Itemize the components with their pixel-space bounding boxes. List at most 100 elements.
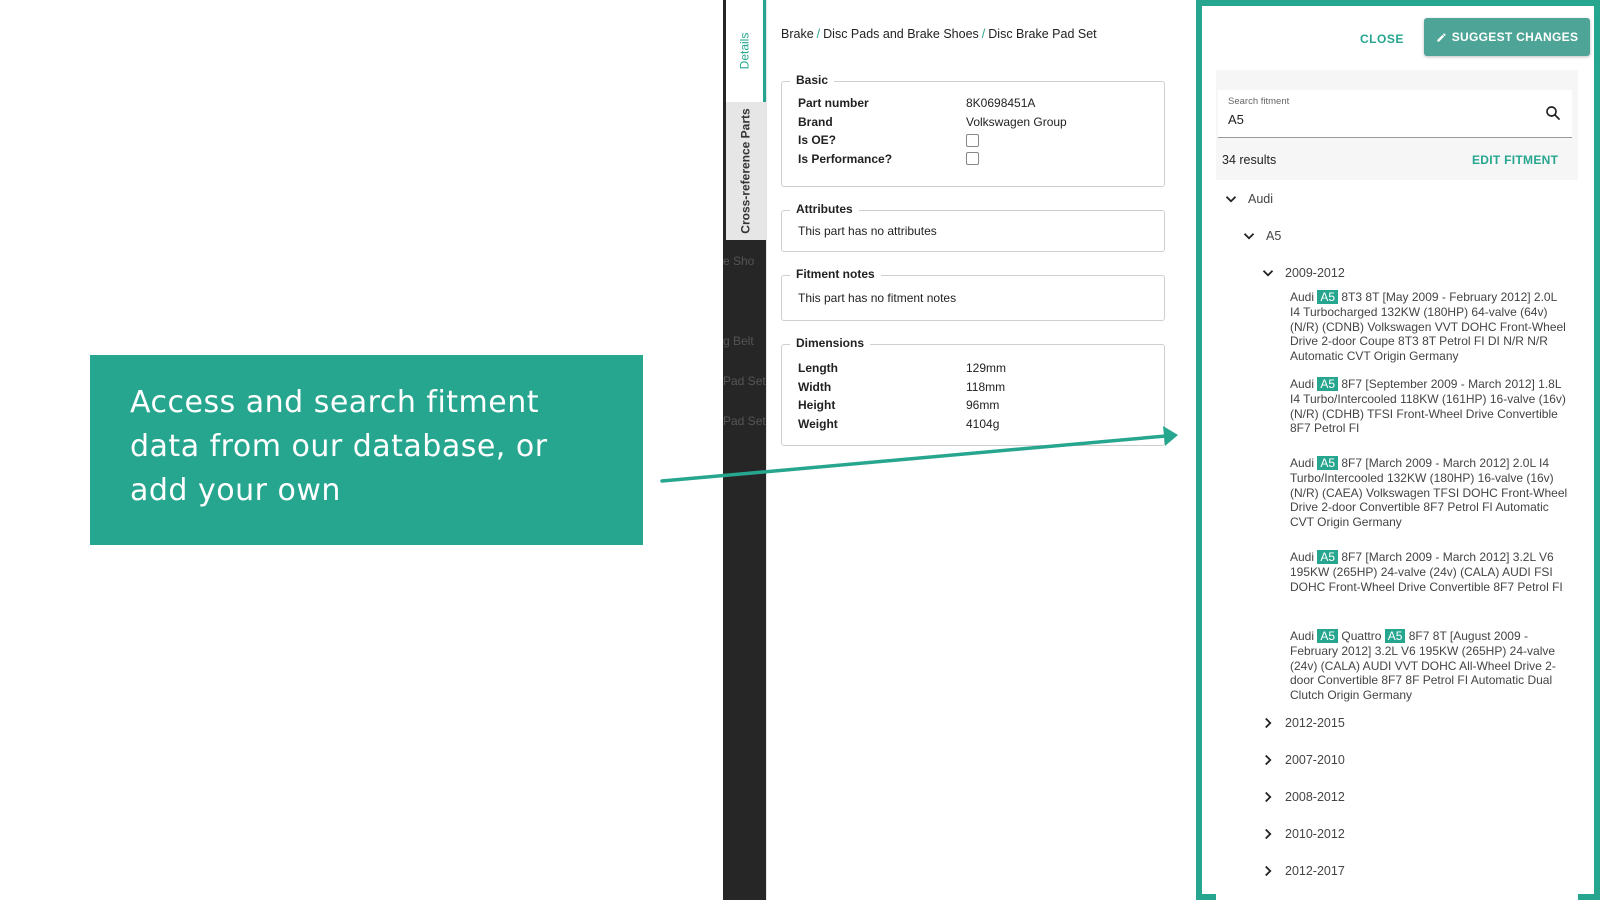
is-performance-checkbox[interactable] [966, 152, 979, 166]
chevron-right-icon [1265, 754, 1272, 766]
length-row: Length 129mm [798, 359, 1148, 378]
fitment-notes-section: Fitment notes This part has no fitment n… [781, 267, 1165, 321]
tree-node-year-label: 2010-2012 [1285, 827, 1345, 841]
height-row: Height 96mm [798, 396, 1148, 415]
dimensions-section: Dimensions Length 129mm Width 118mm Heig… [781, 336, 1165, 446]
tree-node-model-label: A5 [1266, 229, 1282, 243]
breadcrumb-separator: / [816, 27, 821, 41]
is-oe-row: Is OE? [798, 131, 1148, 150]
suggest-changes-label: SUGGEST CHANGES [1451, 30, 1579, 44]
height-value: 96mm [966, 398, 1000, 413]
vehicle-text: Audi [1290, 629, 1318, 643]
weight-label: Weight [798, 416, 838, 431]
vehicle-text: Audi [1290, 456, 1318, 470]
search-fitment-label: Search fitment [1228, 96, 1290, 107]
tree-node-year-label: 2007-2010 [1285, 753, 1345, 767]
suggest-changes-button[interactable]: SUGGEST CHANGES [1424, 18, 1590, 56]
tree-node-year-2010-2012[interactable]: 2010-2012 [1259, 825, 1345, 843]
attributes-legend: Attributes [790, 202, 859, 216]
is-performance-label: Is Performance? [798, 151, 893, 166]
details-panel: Brake / Disc Pads and Brake Shoes / Disc Bra… [766, 0, 1194, 900]
search-highlight: A5 [1317, 290, 1339, 304]
tree-node-make-label: Audi [1248, 192, 1274, 206]
vehicle-item[interactable]: Audi A5 8F7 [March 2009 - March 2012] 3.… [1290, 550, 1568, 594]
brand-label: Brand [798, 114, 833, 129]
basic-section: Basic Part number 8K0698451A Brand Volks… [781, 73, 1165, 187]
fitment-notes-note: This part has no fitment notes [798, 291, 957, 305]
tab-cross-reference-parts[interactable]: Cross-reference Parts [726, 102, 766, 240]
ghost-item: Pad Set [723, 374, 766, 388]
search-icon[interactable] [1544, 104, 1562, 122]
chevron-right-icon [1265, 791, 1272, 803]
width-row: Width 118mm [798, 378, 1148, 397]
search-highlight: A5 [1317, 377, 1339, 391]
tree-node-year-label: 2008-2012 [1285, 790, 1345, 804]
chevron-down-icon [1225, 196, 1237, 203]
basic-legend: Basic [790, 73, 835, 87]
vehicle-text: Audi [1290, 550, 1318, 564]
vehicle-text: Audi [1290, 377, 1318, 391]
close-button[interactable]: CLOSE [1360, 32, 1404, 46]
part-number-label: Part number [798, 96, 869, 111]
search-fitment-value[interactable]: A5 [1228, 112, 1244, 127]
chevron-right-icon [1265, 828, 1272, 840]
tree-node-year-2012-2015[interactable]: 2012-2015 [1259, 714, 1345, 732]
is-oe-checkbox[interactable] [966, 133, 979, 147]
fitment-body: Search fitment A5 34 results EDIT FITMEN… [1216, 70, 1578, 900]
pencil-icon [1437, 32, 1446, 42]
tab-details[interactable]: Details [726, 0, 766, 102]
tree-node-year-2009-2012[interactable]: 2009-2012 [1259, 264, 1345, 282]
ghost-item: g Belt [723, 334, 754, 348]
vehicle-text: Quattro [1338, 629, 1385, 643]
search-highlight: A5 [1384, 629, 1406, 643]
search-highlight: A5 [1317, 550, 1339, 564]
callout-box: Access and search fitment data from our … [90, 355, 643, 545]
weight-value: 4104g [966, 416, 1000, 431]
fitment-panel: CLOSE SUGGEST CHANGES Search fitment A5 … [1196, 0, 1600, 900]
vehicle-text: Audi [1290, 290, 1318, 304]
attributes-section: Attributes This part has no attributes [781, 202, 1165, 252]
ghost-item: e Sho [723, 254, 755, 268]
width-value: 118mm [966, 379, 1006, 394]
tree-node-year-label: 2009-2012 [1285, 266, 1345, 280]
tab-cross-reference-label: Cross-reference Parts [739, 108, 753, 234]
breadcrumb: Brake / Disc Pads and Brake Shoes / Disc Bra… [781, 27, 1097, 41]
chevron-down-icon [1262, 270, 1274, 277]
fitment-tree: Audi A5 2009-2012 Audi A5 8T3 8T [May 20… [1216, 180, 1578, 900]
results-count: 34 results [1222, 153, 1277, 167]
tree-node-year-label: 2012-2015 [1285, 716, 1345, 730]
chevron-right-icon [1265, 717, 1272, 729]
tree-node-year-2008-2012[interactable]: 2008-2012 [1259, 788, 1345, 806]
height-label: Height [798, 398, 836, 413]
vehicle-item[interactable]: Audi A5 8F7 [September 2009 - March 2012… [1290, 377, 1568, 436]
search-fitment-input[interactable]: Search fitment A5 [1218, 90, 1572, 138]
chevron-right-icon [1265, 865, 1272, 877]
length-label: Length [798, 361, 838, 376]
tree-node-year-2007-2010[interactable]: 2007-2010 [1259, 751, 1345, 769]
attributes-note: This part has no attributes [798, 224, 937, 238]
breadcrumb-item-current: Disc Brake Pad Set [988, 27, 1097, 41]
part-number-value: 8K0698451A [966, 96, 1036, 111]
chevron-down-icon [1243, 233, 1255, 240]
fitment-header: CLOSE SUGGEST CHANGES [1202, 6, 1594, 70]
breadcrumb-item-brake[interactable]: Brake [781, 27, 814, 41]
tree-node-make[interactable]: Audi [1222, 190, 1273, 208]
tree-node-model[interactable]: A5 [1240, 227, 1281, 245]
tree-node-year-2012-2017[interactable]: 2012-2017 [1259, 862, 1345, 880]
length-value: 129mm [966, 361, 1007, 376]
breadcrumb-separator: / [981, 27, 986, 41]
breadcrumb-item-disc-pads[interactable]: Disc Pads and Brake Shoes [823, 27, 979, 41]
tab-details-label: Details [737, 32, 752, 70]
edit-fitment-button[interactable]: EDIT FITMENT [1472, 153, 1558, 167]
vehicle-item[interactable]: Audi A5 8T3 8T [May 2009 - February 2012… [1290, 290, 1568, 364]
callout-text: Access and search fitment data from our … [130, 385, 548, 508]
search-highlight: A5 [1317, 629, 1339, 643]
vehicle-item[interactable]: Audi A5 Quattro A5 8F7 8T [August 2009 -… [1290, 629, 1568, 703]
brand-value: Volkswagen Group [966, 114, 1067, 129]
ghost-item: Pad Set [723, 414, 766, 428]
fitment-notes-legend: Fitment notes [790, 267, 881, 281]
search-highlight: A5 [1317, 456, 1339, 470]
vehicle-item[interactable]: Audi A5 8F7 [March 2009 - March 2012] 2.… [1290, 456, 1568, 530]
weight-row: Weight 4104g [798, 415, 1148, 434]
vertical-tabs: Details Cross-reference Parts [726, 0, 766, 240]
